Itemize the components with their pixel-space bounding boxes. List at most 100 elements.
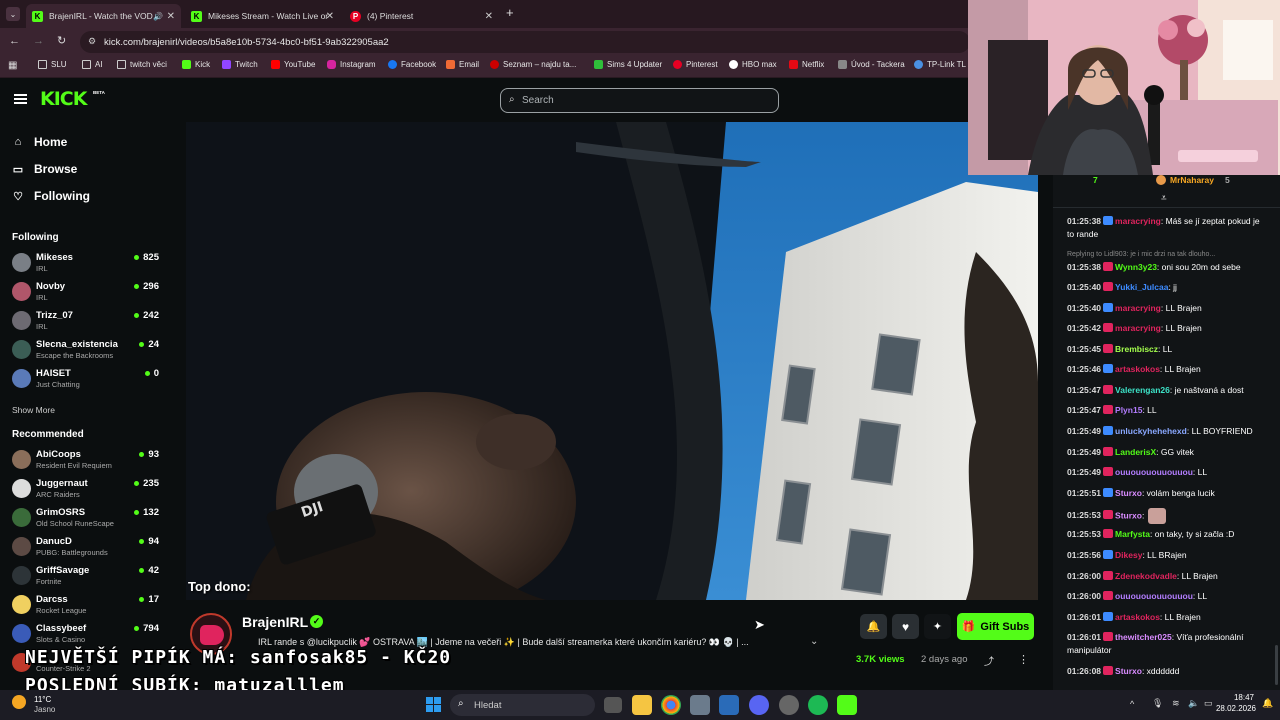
sidebar-channel[interactable]: Juggernaut ARC Raiders 235 [12,476,159,502]
clock-time[interactable]: 18:47 [1222,693,1254,702]
chat-username[interactable]: Wynn3y23 [1115,262,1157,272]
sidebar-channel[interactable]: Novby IRL 296 [12,279,159,305]
chat-username[interactable]: ouuouououuouuou [1115,467,1193,477]
chat-username[interactable]: Marfysta [1115,529,1150,539]
chat-username[interactable]: Zdenekodvadle [1115,571,1177,581]
chat-scrollbar[interactable] [1275,645,1278,685]
chat-username[interactable]: Sturxo [1115,488,1142,498]
notifications-icon[interactable]: 🔔 [1262,698,1273,709]
bookmark-facebook[interactable]: Facebook [388,60,436,69]
sidebar-channel[interactable]: GriffSavage Fortnite 42 [12,563,159,589]
tab-close-icon[interactable]: ✕ [167,11,175,22]
more-options-icon[interactable]: ⋮ [1018,653,1029,666]
forward-icon[interactable]: → [33,35,44,47]
bookmark-twitch[interactable]: Twitch [222,60,258,69]
sidebar-channel[interactable]: Slecna_existencia Escape the Backrooms 24 [12,337,159,363]
kick-logo[interactable]: KICK [40,88,87,110]
weather-sun-icon[interactable] [12,695,26,709]
tab-pinterest[interactable]: P (4) Pinterest ✕ [344,4,499,28]
nav-following[interactable]: ♡ Following [12,189,90,203]
back-icon[interactable]: ← [9,35,20,47]
site-info-icon[interactable]: ⚙ [88,36,96,47]
sparkle-button[interactable]: ✦ [924,614,951,639]
kick-app-icon[interactable] [837,695,857,715]
chrome-icon[interactable] [661,695,681,715]
sidebar-channel[interactable]: AbiCoops Resident Evil Requiem 93 [12,447,159,473]
microphone-icon[interactable]: 🎙 [1152,698,1163,709]
bookmark-netflix[interactable]: Netflix [789,60,824,69]
chat-username[interactable]: ouuouououuouuou [1115,591,1193,601]
chat-username[interactable]: maracrying [1115,323,1161,333]
clock-date[interactable]: 28.02.2026 [1212,704,1256,713]
chat-username[interactable]: Valerengan26 [1115,385,1170,395]
chat-username[interactable]: Dikesy [1115,550,1142,560]
sidebar-channel[interactable]: Trizz_07 IRL 242 [12,308,159,334]
sidebar-channel[interactable]: Classybeef Slots & Casino 794 [12,621,159,647]
sidebar-channel[interactable]: GrimOSRS Old School RuneScape 132 [12,505,159,531]
file-explorer-icon[interactable] [632,695,652,715]
search-input[interactable]: ⌕ Search [500,88,779,113]
tab-close-icon[interactable]: ✕ [326,11,334,22]
expand-title-icon[interactable]: ⌄ [810,636,818,647]
wifi-icon[interactable]: ≋ [1172,698,1180,709]
chat-username[interactable]: Sturxo [1115,666,1142,676]
sidebar-channel[interactable]: Darcss Rocket League 17 [12,592,159,618]
tab-list-icon[interactable]: ⌄ [6,7,20,21]
chat-username[interactable]: maracrying [1115,303,1161,313]
chat-username[interactable]: artaskokos [1115,364,1160,374]
bookmark-instagram[interactable]: Instagram [327,60,376,69]
tab-mikeses[interactable]: K Mikeses Stream - Watch Live or ✕ [185,4,340,28]
bookmark-twitch-veci[interactable]: twitch věci [117,60,167,69]
speaker-icon[interactable]: 🔊 [153,12,163,21]
taskbar-search[interactable]: ⌕ Hledat [450,694,595,716]
sidebar-channel[interactable]: HAISET Just Chatting 0 [12,366,159,392]
windows-start-icon[interactable] [426,697,442,713]
bookmark-hbo[interactable]: HBO max [729,60,777,69]
reload-icon[interactable]: ↻ [57,34,66,47]
gift-subs-button[interactable]: 🎁 Gift Subs [957,613,1034,640]
chat-username[interactable]: Yukki_Julcaa [1115,282,1168,292]
show-more-link[interactable]: Show More [12,405,55,415]
nav-home[interactable]: ⌂ Home [12,135,68,149]
tab-close-icon[interactable]: ✕ [485,11,493,22]
channel-name[interactable]: BrajenIRL [242,614,308,630]
bookmark-seznam[interactable]: Seznam – najdu ta... [490,60,576,69]
nav-browse[interactable]: ▭ Browse [12,162,78,176]
new-tab-icon[interactable]: + [506,5,514,20]
tray-chevron-icon[interactable]: ^ [1130,699,1134,709]
spotify-icon[interactable] [808,695,828,715]
bookmark-youtube[interactable]: YouTube [271,60,315,69]
bookmark-ai[interactable]: AI [82,60,103,69]
bookmark-kick[interactable]: Kick [182,60,210,69]
bookmark-tplink[interactable]: TP-Link TL [914,60,966,69]
chat-username[interactable]: thewitcher025 [1115,632,1172,642]
chat-filter-icon[interactable]: ⩡ [1161,193,1167,204]
volume-icon[interactable]: 🔈 [1188,698,1199,709]
share-icon[interactable]: ⤴ [984,653,994,668]
apps-grid-icon[interactable]: ▦ [8,60,17,71]
photos-icon[interactable] [719,695,739,715]
chat-username[interactable]: Plyn15 [1115,405,1142,415]
bookmark-email[interactable]: Email [446,60,479,69]
task-view-icon[interactable] [604,697,622,713]
address-field[interactable]: ⚙ kick.com/brajenirl/videos/b5a8e10b-573… [80,31,970,53]
obs-icon[interactable] [779,695,799,715]
menu-icon[interactable] [14,94,27,104]
bookmark-slu[interactable]: SLU [38,60,67,69]
discord-icon[interactable] [749,695,769,715]
notification-bell-button[interactable]: 🔔 [860,614,887,639]
chat-username[interactable]: artaskokos [1115,612,1160,622]
bookmark-pinterest[interactable]: Pinterest [673,60,718,69]
bookmark-tackera[interactable]: Úvod - Tackera [838,60,905,69]
sidebar-channel[interactable]: Mikeses IRL 825 [12,250,159,276]
chat-username[interactable]: Sturxo [1115,510,1142,520]
video-player[interactable]: DJI Top dono: [186,122,1038,600]
sidebar-channel[interactable]: DanucD PUBG: Battlegrounds 94 [12,534,159,560]
chat-username[interactable]: Brembiscz [1115,344,1158,354]
chat-username[interactable]: maracrying [1115,216,1161,226]
follow-button[interactable]: ♥ [892,614,919,639]
bookmark-sims4[interactable]: Sims 4 Updater [594,60,662,69]
settings-icon[interactable] [690,695,710,715]
chat-username[interactable]: unluckyhehehexd [1115,426,1187,436]
tab-brajenirl[interactable]: K BrajenIRL - Watch the VOD 🔊 ✕ [26,4,181,28]
